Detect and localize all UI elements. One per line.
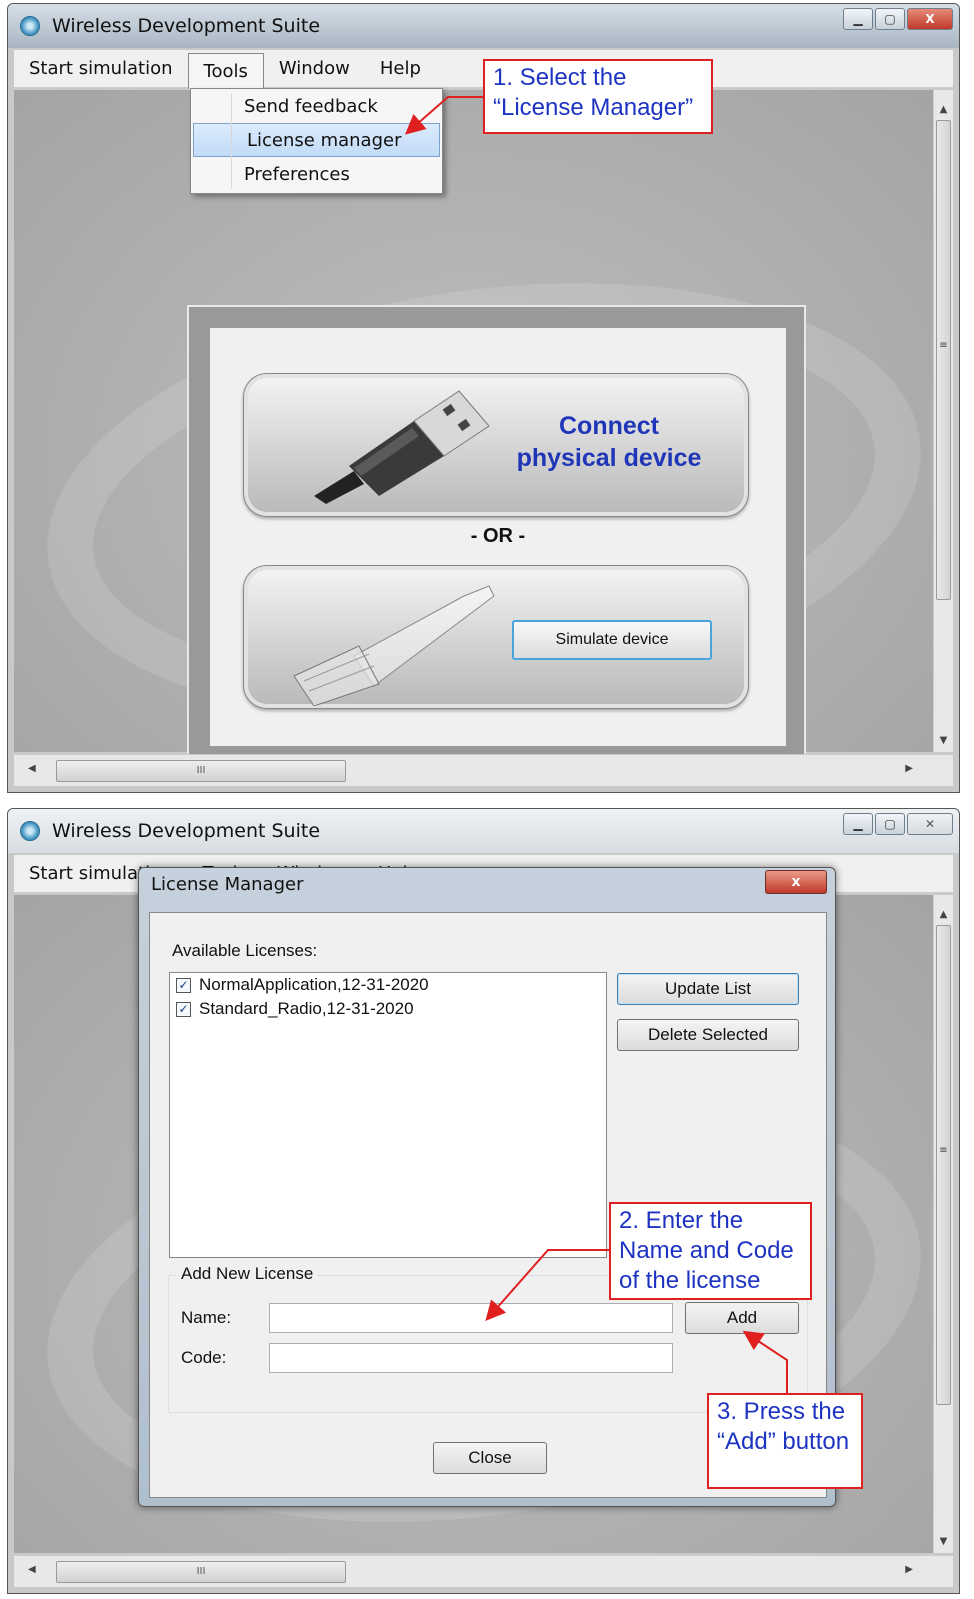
vertical-scroll-thumb[interactable] xyxy=(936,925,951,1405)
window-title: Wireless Development Suite xyxy=(52,15,321,37)
workspace: Connect physical device - OR - Simulate … xyxy=(14,90,949,770)
tools-dropdown-menu: Send feedback License manager Preference… xyxy=(190,88,443,194)
checkbox-checked-icon[interactable]: ✓ xyxy=(176,977,191,993)
app-icon xyxy=(20,821,40,841)
menu-window[interactable]: Window xyxy=(264,52,365,86)
simulate-device-card: Simulate device xyxy=(243,565,749,709)
menu-item-preferences[interactable]: Preferences xyxy=(191,157,442,191)
list-item[interactable]: ✓ NormalApplication,12-31-2020 xyxy=(170,973,606,997)
horizontal-scrollbar[interactable]: ◀ III ▶ xyxy=(14,1555,953,1587)
connect-label: Connect physical device xyxy=(504,410,714,474)
add-new-license-label: Add New License xyxy=(177,1264,318,1284)
callout-select-license-manager: 1. Select the “License Manager” xyxy=(483,59,713,134)
scroll-grip-icon: ≡ xyxy=(939,340,948,351)
usb-transparent-plug-icon xyxy=(293,585,495,706)
title-bar: Wireless Development Suite ▁ ▢ X xyxy=(8,4,959,48)
close-button[interactable]: Close xyxy=(433,1442,547,1474)
maximize-icon[interactable]: ▢ xyxy=(875,8,905,30)
menu-icon-gutter xyxy=(231,93,232,189)
callout-1-line1: 1. Select the xyxy=(493,64,627,91)
scroll-left-icon[interactable]: ◀ xyxy=(28,1564,36,1575)
device-selection-panel: Connect physical device - OR - Simulate … xyxy=(187,305,806,768)
scroll-right-icon[interactable]: ▶ xyxy=(905,1564,913,1575)
dialog-close-icon[interactable]: x xyxy=(765,870,827,894)
name-input[interactable] xyxy=(269,1303,673,1333)
code-input[interactable] xyxy=(269,1343,673,1373)
connect-label-line1: Connect xyxy=(559,412,659,440)
scroll-right-icon[interactable]: ▶ xyxy=(905,763,913,774)
callout-enter-name-code: 2. Enter the Name and Code of the licens… xyxy=(609,1202,812,1300)
window-title: Wireless Development Suite xyxy=(52,820,321,842)
maximize-icon[interactable]: ▢ xyxy=(875,813,905,835)
dialog-title: License Manager xyxy=(151,874,304,895)
app-icon xyxy=(20,16,40,36)
vertical-scrollbar[interactable]: ▲ ≡ ▼ xyxy=(933,895,953,1553)
vertical-scroll-thumb[interactable] xyxy=(936,120,951,600)
vertical-scrollbar[interactable]: ▲ ≡ ▼ xyxy=(933,90,953,752)
minimize-icon[interactable]: ▁ xyxy=(843,8,873,30)
name-label: Name: xyxy=(181,1308,232,1327)
callout-3-line1: 3. Press the xyxy=(717,1398,846,1425)
add-button[interactable]: Add xyxy=(685,1302,799,1334)
horizontal-scroll-thumb[interactable]: III xyxy=(56,760,346,782)
scroll-left-icon[interactable]: ◀ xyxy=(28,763,36,774)
delete-selected-button[interactable]: Delete Selected xyxy=(617,1019,799,1051)
callout-2-line3: of the license xyxy=(619,1267,761,1294)
callout-press-add: 3. Press the “Add” button xyxy=(707,1393,863,1489)
title-bar: Wireless Development Suite ▁ ▢ ✕ xyxy=(8,809,959,853)
connect-physical-device-button[interactable]: Connect physical device xyxy=(243,373,749,517)
scroll-grip-icon: ≡ xyxy=(939,1145,948,1156)
minimize-icon[interactable]: ▁ xyxy=(843,813,873,835)
list-item[interactable]: ✓ Standard_Radio,12-31-2020 xyxy=(170,997,606,1021)
simulate-device-button[interactable]: Simulate device xyxy=(512,620,712,660)
callout-1-line2: “License Manager” xyxy=(493,94,694,121)
scroll-down-icon[interactable]: ▼ xyxy=(934,735,953,746)
device-selection-inner: Connect physical device - OR - Simulate … xyxy=(210,328,786,746)
licenses-list[interactable]: ✓ NormalApplication,12-31-2020 ✓ Standar… xyxy=(169,972,607,1258)
close-icon[interactable]: ✕ xyxy=(907,813,953,835)
scroll-down-icon[interactable]: ▼ xyxy=(934,1536,953,1547)
close-icon[interactable]: X xyxy=(907,8,953,30)
usb-plug-icon xyxy=(314,390,490,504)
license-name: Standard_Radio,12-31-2020 xyxy=(199,999,414,1018)
horizontal-scrollbar[interactable]: ◀ III ▶ xyxy=(14,754,953,786)
scroll-up-icon[interactable]: ▲ xyxy=(934,909,953,920)
callout-2-line1: 2. Enter the xyxy=(619,1207,744,1234)
or-separator: - OR - xyxy=(470,525,526,547)
menu-item-send-feedback[interactable]: Send feedback xyxy=(191,89,442,123)
update-list-button[interactable]: Update List xyxy=(617,973,799,1005)
callout-3-line2: “Add” button xyxy=(717,1428,850,1455)
license-name: NormalApplication,12-31-2020 xyxy=(199,975,429,994)
code-label: Code: xyxy=(181,1348,227,1367)
connect-label-line2: physical device xyxy=(516,444,702,472)
checkbox-checked-icon[interactable]: ✓ xyxy=(176,1001,191,1017)
menu-help[interactable]: Help xyxy=(365,52,436,86)
menu-tools[interactable]: Tools xyxy=(187,52,264,89)
callout-2-line2: Name and Code xyxy=(619,1237,794,1264)
horizontal-scroll-thumb[interactable]: III xyxy=(56,1561,346,1583)
menu-start-simulation[interactable]: Start simulation xyxy=(14,52,188,86)
available-licenses-label: Available Licenses: xyxy=(172,941,318,960)
scroll-up-icon[interactable]: ▲ xyxy=(934,104,953,115)
